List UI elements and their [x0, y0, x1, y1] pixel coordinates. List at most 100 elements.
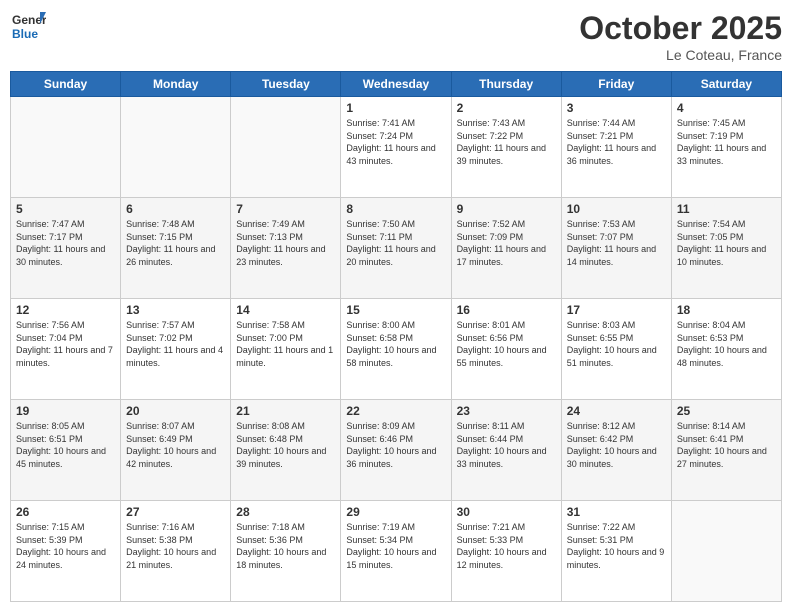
week-row-3: 19Sunrise: 8:05 AM Sunset: 6:51 PM Dayli…: [11, 400, 782, 501]
calendar-cell-0-0: [11, 97, 121, 198]
day-info: Sunrise: 8:03 AM Sunset: 6:55 PM Dayligh…: [567, 319, 666, 369]
day-number: 17: [567, 303, 666, 317]
day-number: 11: [677, 202, 776, 216]
day-number: 21: [236, 404, 335, 418]
day-number: 2: [457, 101, 556, 115]
header-tuesday: Tuesday: [231, 72, 341, 97]
day-number: 14: [236, 303, 335, 317]
calendar-cell-2-1: 13 Sunrise: 7:57 AM Sunset: 7:02 PM Dayli…: [121, 299, 231, 400]
day-number: 15: [346, 303, 445, 317]
day-info: Sunrise: 8:12 AM Sunset: 6:42 PM Dayligh…: [567, 420, 666, 470]
day-number: 19: [16, 404, 115, 418]
calendar-cell-2-3: 15 Sunrise: 8:00 AM Sunset: 6:58 PM Dayli…: [341, 299, 451, 400]
day-info: Sunrise: 7:15 AM Sunset: 5:39 PM Dayligh…: [16, 521, 115, 571]
day-info: Sunrise: 7:54 AM Sunset: 7:05 PM Dayligh…: [677, 218, 776, 268]
calendar-cell-1-1: 6 Sunrise: 7:48 AM Sunset: 7:15 PM Daylig…: [121, 198, 231, 299]
calendar-cell-0-3: 1Sunrise: 7:41 AM Sunset: 7:24 PM Daylig…: [341, 97, 451, 198]
day-info: Sunrise: 7:44 AM Sunset: 7:21 PM Dayligh…: [567, 117, 666, 167]
week-row-0: 1Sunrise: 7:41 AM Sunset: 7:24 PM Daylig…: [11, 97, 782, 198]
calendar-cell-0-5: 3 Sunrise: 7:44 AM Sunset: 7:21 PM Daylig…: [561, 97, 671, 198]
day-number: 22: [346, 404, 445, 418]
day-number: 13: [126, 303, 225, 317]
weekday-header-row: Sunday Monday Tuesday Wednesday Thursday…: [11, 72, 782, 97]
day-number: 3: [567, 101, 666, 115]
title-block: October 2025 Le Coteau, France: [579, 10, 782, 63]
day-number: 29: [346, 505, 445, 519]
calendar-cell-3-4: 23Sunrise: 8:11 AM Sunset: 6:44 PM Dayli…: [451, 400, 561, 501]
calendar-cell-4-4: 30 Sunrise: 7:21 AM Sunset: 5:33 PM Dayli…: [451, 501, 561, 602]
day-info: Sunrise: 7:48 AM Sunset: 7:15 PM Dayligh…: [126, 218, 225, 268]
logo: General Blue: [10, 10, 46, 46]
calendar-cell-4-0: 26 Sunrise: 7:15 AM Sunset: 5:39 PM Dayli…: [11, 501, 121, 602]
day-number: 28: [236, 505, 335, 519]
day-number: 1: [346, 101, 445, 115]
calendar-cell-3-0: 19Sunrise: 8:05 AM Sunset: 6:51 PM Dayli…: [11, 400, 121, 501]
calendar-cell-3-6: 25Sunrise: 8:14 AM Sunset: 6:41 PM Dayli…: [671, 400, 781, 501]
calendar-cell-1-2: 7 Sunrise: 7:49 AM Sunset: 7:13 PM Daylig…: [231, 198, 341, 299]
day-number: 5: [16, 202, 115, 216]
logo-svg: General Blue: [10, 10, 46, 46]
calendar-cell-3-5: 24Sunrise: 8:12 AM Sunset: 6:42 PM Dayli…: [561, 400, 671, 501]
week-row-1: 5 Sunrise: 7:47 AM Sunset: 7:17 PM Daylig…: [11, 198, 782, 299]
calendar-table: Sunday Monday Tuesday Wednesday Thursday…: [10, 71, 782, 602]
day-info: Sunrise: 8:14 AM Sunset: 6:41 PM Dayligh…: [677, 420, 776, 470]
week-row-4: 26 Sunrise: 7:15 AM Sunset: 5:39 PM Dayli…: [11, 501, 782, 602]
day-number: 18: [677, 303, 776, 317]
day-info: Sunrise: 7:49 AM Sunset: 7:13 PM Dayligh…: [236, 218, 335, 268]
calendar-cell-4-5: 31 Sunrise: 7:22 AM Sunset: 5:31 PM Dayli…: [561, 501, 671, 602]
day-number: 26: [16, 505, 115, 519]
calendar-cell-0-4: 2Sunrise: 7:43 AM Sunset: 7:22 PM Daylig…: [451, 97, 561, 198]
calendar-cell-4-1: 27 Sunrise: 7:16 AM Sunset: 5:38 PM Dayli…: [121, 501, 231, 602]
day-number: 8: [346, 202, 445, 216]
day-number: 7: [236, 202, 335, 216]
calendar-cell-0-1: [121, 97, 231, 198]
header-monday: Monday: [121, 72, 231, 97]
week-row-2: 12 Sunrise: 7:56 AM Sunset: 7:04 PM Dayli…: [11, 299, 782, 400]
header-sunday: Sunday: [11, 72, 121, 97]
day-info: Sunrise: 8:01 AM Sunset: 6:56 PM Dayligh…: [457, 319, 556, 369]
calendar-cell-1-3: 8Sunrise: 7:50 AM Sunset: 7:11 PM Daylig…: [341, 198, 451, 299]
location: Le Coteau, France: [579, 47, 782, 63]
day-info: Sunrise: 7:18 AM Sunset: 5:36 PM Dayligh…: [236, 521, 335, 571]
day-info: Sunrise: 8:04 AM Sunset: 6:53 PM Dayligh…: [677, 319, 776, 369]
calendar-cell-1-5: 10 Sunrise: 7:53 AM Sunset: 7:07 PM Dayli…: [561, 198, 671, 299]
day-info: Sunrise: 7:21 AM Sunset: 5:33 PM Dayligh…: [457, 521, 556, 571]
day-info: Sunrise: 7:45 AM Sunset: 7:19 PM Dayligh…: [677, 117, 776, 167]
day-number: 12: [16, 303, 115, 317]
calendar-cell-2-4: 16 Sunrise: 8:01 AM Sunset: 6:56 PM Dayli…: [451, 299, 561, 400]
day-number: 16: [457, 303, 556, 317]
calendar-cell-2-6: 18 Sunrise: 8:04 AM Sunset: 6:53 PM Dayli…: [671, 299, 781, 400]
day-info: Sunrise: 8:07 AM Sunset: 6:49 PM Dayligh…: [126, 420, 225, 470]
day-info: Sunrise: 7:16 AM Sunset: 5:38 PM Dayligh…: [126, 521, 225, 571]
calendar-cell-4-6: [671, 501, 781, 602]
day-info: Sunrise: 8:00 AM Sunset: 6:58 PM Dayligh…: [346, 319, 445, 369]
calendar-cell-2-0: 12 Sunrise: 7:56 AM Sunset: 7:04 PM Dayli…: [11, 299, 121, 400]
day-number: 4: [677, 101, 776, 115]
day-number: 20: [126, 404, 225, 418]
header-saturday: Saturday: [671, 72, 781, 97]
page-header: General Blue October 2025 Le Coteau, Fra…: [10, 10, 782, 63]
calendar-cell-1-0: 5 Sunrise: 7:47 AM Sunset: 7:17 PM Daylig…: [11, 198, 121, 299]
day-info: Sunrise: 7:47 AM Sunset: 7:17 PM Dayligh…: [16, 218, 115, 268]
header-friday: Friday: [561, 72, 671, 97]
day-info: Sunrise: 8:08 AM Sunset: 6:48 PM Dayligh…: [236, 420, 335, 470]
day-number: 31: [567, 505, 666, 519]
day-info: Sunrise: 7:53 AM Sunset: 7:07 PM Dayligh…: [567, 218, 666, 268]
day-info: Sunrise: 7:57 AM Sunset: 7:02 PM Dayligh…: [126, 319, 225, 369]
day-info: Sunrise: 7:56 AM Sunset: 7:04 PM Dayligh…: [16, 319, 115, 369]
calendar-cell-4-2: 28 Sunrise: 7:18 AM Sunset: 5:36 PM Dayli…: [231, 501, 341, 602]
day-number: 6: [126, 202, 225, 216]
calendar-cell-3-2: 21 Sunrise: 8:08 AM Sunset: 6:48 PM Dayli…: [231, 400, 341, 501]
calendar-cell-0-2: [231, 97, 341, 198]
day-number: 23: [457, 404, 556, 418]
day-info: Sunrise: 7:58 AM Sunset: 7:00 PM Dayligh…: [236, 319, 335, 369]
day-number: 10: [567, 202, 666, 216]
month-title: October 2025: [579, 10, 782, 47]
calendar-cell-2-5: 17 Sunrise: 8:03 AM Sunset: 6:55 PM Dayli…: [561, 299, 671, 400]
day-number: 30: [457, 505, 556, 519]
day-number: 9: [457, 202, 556, 216]
day-number: 27: [126, 505, 225, 519]
calendar-cell-4-3: 29Sunrise: 7:19 AM Sunset: 5:34 PM Dayli…: [341, 501, 451, 602]
calendar-cell-3-3: 22Sunrise: 8:09 AM Sunset: 6:46 PM Dayli…: [341, 400, 451, 501]
day-info: Sunrise: 7:22 AM Sunset: 5:31 PM Dayligh…: [567, 521, 666, 571]
